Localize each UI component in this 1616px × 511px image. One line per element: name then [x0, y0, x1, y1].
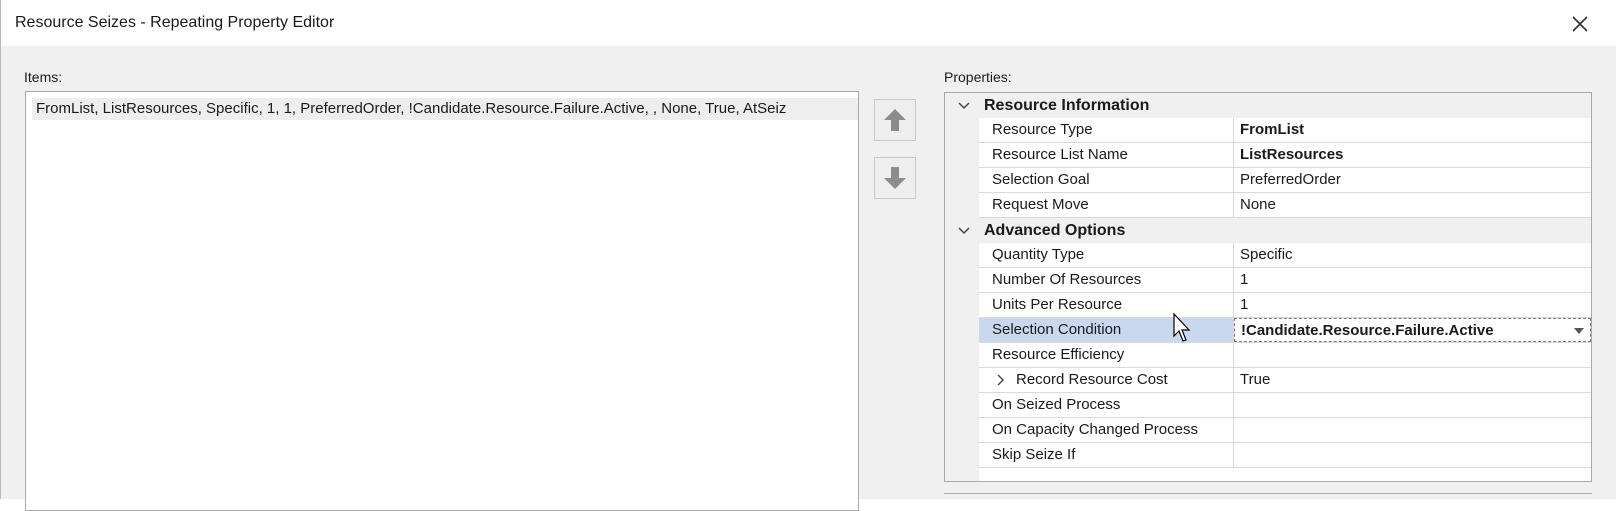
chevron-right-icon[interactable]: [996, 374, 1006, 386]
property-row-units-per-resource[interactable]: Units Per Resource 1: [979, 293, 1591, 318]
property-name: On Seized Process: [979, 393, 1234, 417]
property-value[interactable]: True: [1234, 368, 1591, 392]
properties-label: Properties:: [944, 69, 1012, 85]
property-row-on-seized-process[interactable]: On Seized Process: [979, 393, 1591, 418]
property-name: Resource List Name: [979, 143, 1234, 167]
property-row-resource-list-name[interactable]: Resource List Name ListResources: [979, 143, 1591, 168]
property-row-resource-type[interactable]: Resource Type FromList: [979, 118, 1591, 143]
property-name: Selection Goal: [979, 168, 1234, 192]
list-item[interactable]: FromList, ListResources, Specific, 1, 1,…: [32, 98, 858, 120]
property-value[interactable]: ListResources: [1234, 143, 1591, 167]
property-name: Skip Seize If: [979, 443, 1234, 467]
dialog-title: Resource Seizes - Repeating Property Edi…: [15, 14, 335, 31]
property-value[interactable]: [1234, 393, 1591, 417]
property-grid[interactable]: Resource Information Resource Type FromL…: [944, 92, 1592, 482]
close-icon: [1572, 16, 1588, 32]
category-label: Resource Information: [984, 97, 1150, 114]
items-list[interactable]: FromList, ListResources, Specific, 1, 1,…: [25, 91, 859, 511]
property-name: Request Move: [979, 193, 1234, 217]
move-up-button[interactable]: [874, 99, 916, 141]
property-value[interactable]: PreferredOrder: [1234, 168, 1591, 192]
property-name: Quantity Type: [979, 243, 1234, 267]
property-name-expandable: Record Resource Cost: [979, 368, 1234, 392]
property-value[interactable]: None: [1234, 193, 1591, 217]
property-row-request-move[interactable]: Request Move None: [979, 193, 1591, 218]
selection-condition-input[interactable]: !Candidate.Resource.Failure.Active: [1234, 318, 1591, 342]
property-name: Resource Type: [979, 118, 1234, 142]
property-row-quantity-type[interactable]: Quantity Type Specific: [979, 243, 1591, 268]
property-name: Units Per Resource: [979, 293, 1234, 317]
property-value[interactable]: [1234, 418, 1591, 442]
category-label: Advanced Options: [984, 222, 1126, 239]
property-name: Selection Condition: [979, 318, 1234, 342]
repeating-property-editor-dialog: Resource Seizes - Repeating Property Edi…: [0, 0, 1616, 511]
mouse-pointer-icon: [1173, 313, 1191, 342]
dropdown-arrow-icon[interactable]: [1574, 328, 1584, 334]
property-name: Resource Efficiency: [979, 343, 1234, 367]
category-resource-information[interactable]: Resource Information: [945, 93, 1591, 118]
property-value[interactable]: FromList: [1234, 118, 1591, 142]
close-button[interactable]: [1565, 10, 1595, 38]
arrow-down-icon: [884, 167, 906, 189]
property-value[interactable]: 1: [1234, 293, 1591, 317]
property-row-on-capacity-changed-process[interactable]: On Capacity Changed Process: [979, 418, 1591, 443]
property-row-selection-condition[interactable]: Selection Condition !Candidate.Resource.…: [979, 318, 1591, 343]
property-row-number-of-resources[interactable]: Number Of Resources 1: [979, 268, 1591, 293]
property-value[interactable]: [1234, 443, 1591, 467]
property-row-selection-goal[interactable]: Selection Goal PreferredOrder: [979, 168, 1591, 193]
description-panel-border: [944, 493, 1592, 494]
property-row-skip-seize-if[interactable]: Skip Seize If: [979, 443, 1591, 468]
move-down-button[interactable]: [874, 157, 916, 199]
arrow-up-icon: [884, 109, 906, 131]
property-row-resource-efficiency[interactable]: Resource Efficiency: [979, 343, 1591, 368]
property-name: On Capacity Changed Process: [979, 418, 1234, 442]
property-value[interactable]: [1234, 343, 1591, 367]
property-name: Record Resource Cost: [1016, 371, 1168, 388]
chevron-down-icon[interactable]: [957, 99, 971, 113]
property-row-record-resource-cost[interactable]: Record Resource Cost True: [979, 368, 1591, 393]
grid-margin: [945, 93, 979, 481]
property-value[interactable]: 1: [1234, 268, 1591, 292]
title-bar: Resource Seizes - Repeating Property Edi…: [1, 0, 1616, 46]
property-name: Number Of Resources: [979, 268, 1234, 292]
chevron-down-icon[interactable]: [957, 224, 971, 238]
items-label: Items:: [24, 69, 63, 85]
category-advanced-options[interactable]: Advanced Options: [945, 218, 1591, 243]
property-value: !Candidate.Resource.Failure.Active: [1241, 322, 1494, 339]
property-value[interactable]: Specific: [1234, 243, 1591, 267]
